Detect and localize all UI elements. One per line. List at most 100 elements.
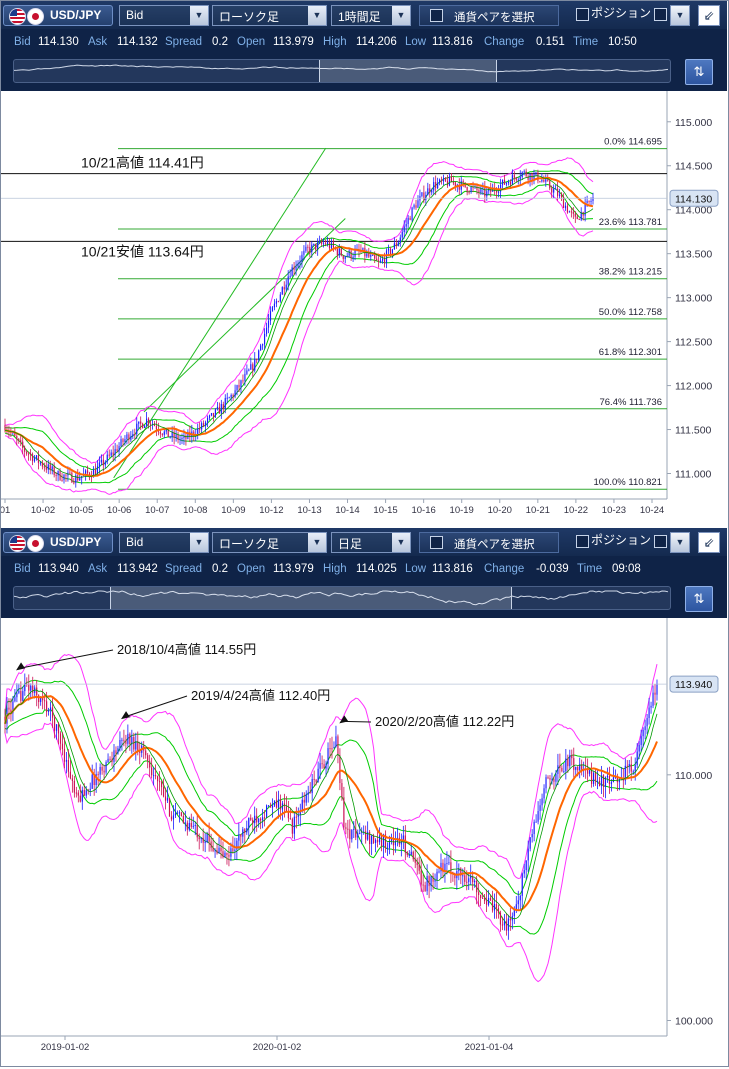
chart-scrollbar[interactable]: [13, 586, 671, 610]
chevron-down-icon[interactable]: ▼: [190, 533, 208, 552]
change-value: -0.039: [536, 563, 569, 575]
candle-body: [551, 779, 553, 781]
candle-body: [551, 188, 553, 193]
low-label: Low: [405, 36, 427, 48]
candle-body: [208, 415, 211, 418]
currency-pair-button[interactable]: USD/JPY: [3, 5, 113, 26]
chart-scrollbar[interactable]: [13, 59, 671, 83]
price-chart[interactable]: 110.000 100.000 2019-01-02 2020-01-02 2021-0…: [1, 618, 727, 1069]
candle-body: [69, 771, 71, 779]
candle-body: [417, 200, 419, 208]
candle-body: [157, 776, 159, 782]
candlestick-chart-hourly[interactable]: 115.000114.500114.000113.500113.000112.5…: [0, 91, 727, 521]
candle-body: [106, 454, 108, 462]
candle-body: [87, 470, 89, 474]
candle-body: [509, 918, 511, 921]
timeframe-select[interactable]: 1時間足 ▼: [331, 5, 411, 26]
chevron-down-icon[interactable]: ▼: [670, 5, 690, 26]
candle-body: [422, 884, 424, 886]
candle-body: [155, 775, 157, 777]
lock-icon[interactable]: ⇅: [685, 586, 713, 612]
candle-body: [527, 176, 529, 180]
position-checkbox[interactable]: [576, 535, 589, 548]
collapse-icon[interactable]: ⇙: [698, 532, 720, 553]
chevron-down-icon[interactable]: ▼: [392, 6, 410, 25]
chevron-down-icon[interactable]: ▼: [308, 533, 326, 552]
candle-body: [149, 760, 151, 768]
candle-body: [495, 904, 498, 908]
candle-body: [440, 179, 443, 182]
candle-body: [109, 758, 111, 760]
candle-body: [343, 797, 345, 828]
price-chart[interactable]: 115.000 114.500 114.000 113.500 113.000 112.5…: [0, 91, 727, 526]
x-tick-label: 10-20: [488, 505, 512, 516]
position-checkbox[interactable]: [576, 8, 589, 21]
collapse-icon[interactable]: ⇙: [698, 5, 720, 26]
candle-body: [515, 177, 517, 180]
candle-body: [436, 871, 438, 881]
candle-body: [549, 777, 551, 780]
candle-body: [180, 812, 182, 816]
candle-body: [30, 685, 32, 691]
candle-body: [321, 241, 323, 244]
candle-body: [565, 758, 567, 772]
candle-body: [322, 243, 325, 245]
chevron-down-icon[interactable]: ▼: [190, 6, 208, 25]
chevron-down-icon[interactable]: ▼: [308, 6, 326, 25]
chevron-down-icon[interactable]: ▼: [670, 532, 690, 553]
candle-body: [523, 171, 525, 173]
scroll-thumb[interactable]: [319, 60, 497, 82]
position-toggle-checkbox[interactable]: [654, 8, 667, 21]
candlestick-chart-daily[interactable]: 110.000 100.000 2019-01-02 2020-01-02 2021-0…: [1, 618, 727, 1064]
candle-body: [486, 191, 488, 197]
candle-body: [537, 811, 539, 822]
chevron-down-icon[interactable]: ▼: [392, 533, 410, 552]
candle-body: [393, 243, 395, 250]
candle-body: [43, 466, 45, 468]
candle-body: [127, 733, 129, 744]
candle-body: [353, 828, 355, 830]
candle-body: [240, 380, 242, 388]
select-pair-button[interactable]: 通貨ペアを選択: [419, 532, 559, 553]
candle-body: [338, 248, 340, 256]
candle-body: [260, 345, 262, 351]
candle-body: [246, 370, 248, 374]
toolbar: USD/JPY Bid ▼ ローソク足 ▼ 日足 ▼ 通貨ペアを選択 ポジション…: [1, 528, 727, 556]
price-type-select[interactable]: Bid ▼: [119, 532, 209, 553]
candle-body: [423, 192, 425, 200]
candle-body: [315, 779, 317, 782]
fibonacci-level-label: 50.0% 112.758: [599, 307, 662, 318]
candle-body: [389, 248, 392, 255]
candle-body: [265, 805, 268, 818]
currency-pair-button[interactable]: USD/JPY: [3, 532, 113, 553]
select-pair-button[interactable]: 通貨ペアを選択: [419, 5, 559, 26]
candle-body: [222, 851, 224, 858]
select-pair-checkbox[interactable]: [430, 9, 443, 22]
candle-body: [202, 837, 204, 843]
candle-body: [452, 182, 454, 184]
candle-body: [517, 179, 519, 181]
select-pair-checkbox[interactable]: [430, 536, 443, 549]
timeframe-select[interactable]: 日足 ▼: [331, 532, 411, 553]
scroll-thumb[interactable]: [110, 587, 512, 609]
candle-body: [559, 765, 561, 768]
candle-body: [406, 852, 408, 856]
candle-body: [501, 179, 504, 185]
candle-body: [594, 772, 597, 782]
x-tick-label: 10-24: [640, 505, 664, 516]
candle-body: [256, 815, 258, 823]
candle-body: [505, 921, 507, 931]
candle-body: [437, 182, 439, 189]
price-type-select[interactable]: Bid ▼: [119, 5, 209, 26]
chart-panel-hourly: USD/JPY Bid ▼ ローソク足 ▼ 1時間足 ▼ 通貨ペアを選択 ポジシ…: [0, 1, 727, 521]
candle-body: [254, 358, 256, 371]
position-label: ポジション: [591, 6, 652, 20]
chart-style-select[interactable]: ローソク足 ▼: [212, 532, 327, 553]
position-toggle-checkbox[interactable]: [654, 535, 667, 548]
chart-style-select[interactable]: ローソク足 ▼: [212, 5, 327, 26]
candle-body: [147, 418, 150, 424]
lock-icon[interactable]: ⇅: [685, 59, 713, 85]
candle-body: [71, 778, 73, 781]
candle-body: [250, 817, 252, 820]
spread-value: 0.2: [212, 563, 228, 575]
